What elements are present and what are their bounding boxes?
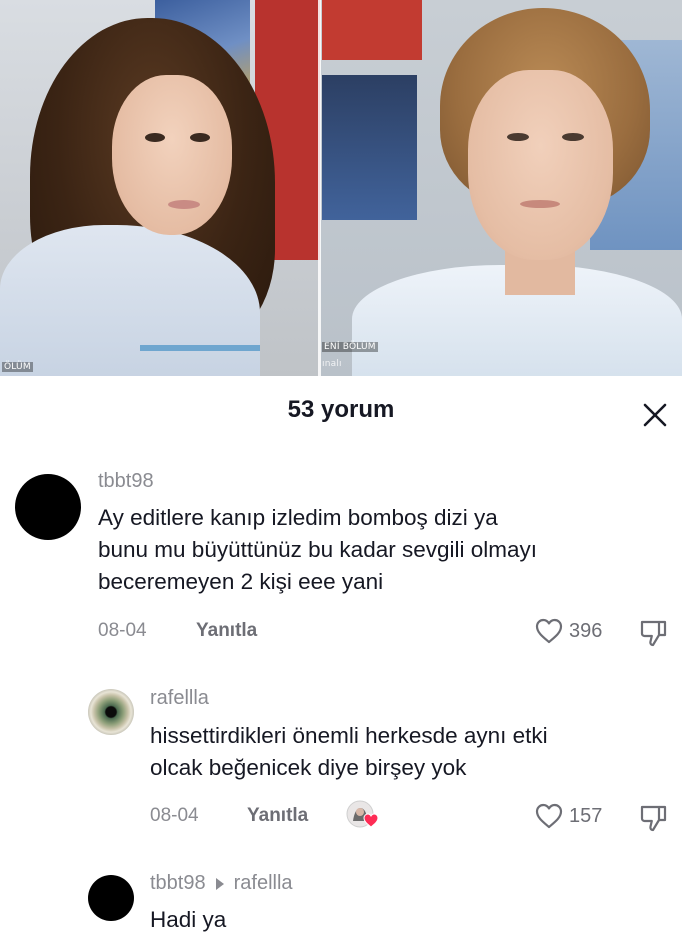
avatar[interactable] (88, 689, 134, 735)
heart-icon (535, 803, 563, 829)
thumbs-down-icon (640, 805, 667, 832)
comment-reply-path: tbbt98 rafellla (150, 872, 293, 895)
comment-username[interactable]: tbbt98 (98, 470, 154, 493)
like-button[interactable]: 396 (534, 617, 602, 645)
reply-button[interactable]: Yanıtla (196, 620, 257, 642)
video-thumbnail[interactable]: ÖLÜM ENİ BÖLÜM ınalı (0, 0, 682, 376)
dislike-button[interactable] (638, 801, 670, 838)
video-overlay-caption: ınalı (322, 359, 342, 369)
close-icon (643, 403, 667, 427)
heart-filled-icon (363, 813, 379, 828)
reply-arrow-icon (215, 877, 224, 890)
comment-text: hissettirdikleri önemli herkesde aynı et… (150, 723, 548, 780)
reply-button[interactable]: Yanıtla (247, 805, 308, 827)
comment-text: Ay editlere kanıp izledim bomboş dizi ya… (98, 505, 538, 594)
like-count: 157 (569, 804, 603, 827)
reply-target-username[interactable]: rafellla (234, 872, 293, 894)
comment-username[interactable]: tbbt98 (150, 872, 206, 894)
like-button[interactable]: 157 (534, 802, 602, 830)
comment-date: 08-04 (98, 620, 147, 641)
close-button[interactable] (638, 398, 672, 432)
creator-liked-badge (345, 799, 381, 831)
dislike-button[interactable] (638, 616, 670, 653)
avatar[interactable] (88, 875, 134, 921)
frame-divider (318, 0, 321, 376)
like-count: 396 (569, 619, 603, 642)
video-overlay-caption: ENİ BÖLÜM (322, 342, 378, 352)
heart-icon (535, 618, 563, 644)
video-frame-left (0, 0, 320, 376)
comment-count-title: 53 yorum (287, 396, 395, 423)
comment-text: Hadi ya (150, 907, 227, 932)
comment-date: 08-04 (150, 805, 199, 826)
comments-header: 53 yorum (0, 388, 682, 432)
thumbs-down-icon (640, 620, 667, 647)
comment-username[interactable]: rafellla (150, 687, 209, 710)
video-overlay-caption: ÖLÜM (2, 362, 33, 372)
avatar[interactable] (15, 474, 81, 540)
